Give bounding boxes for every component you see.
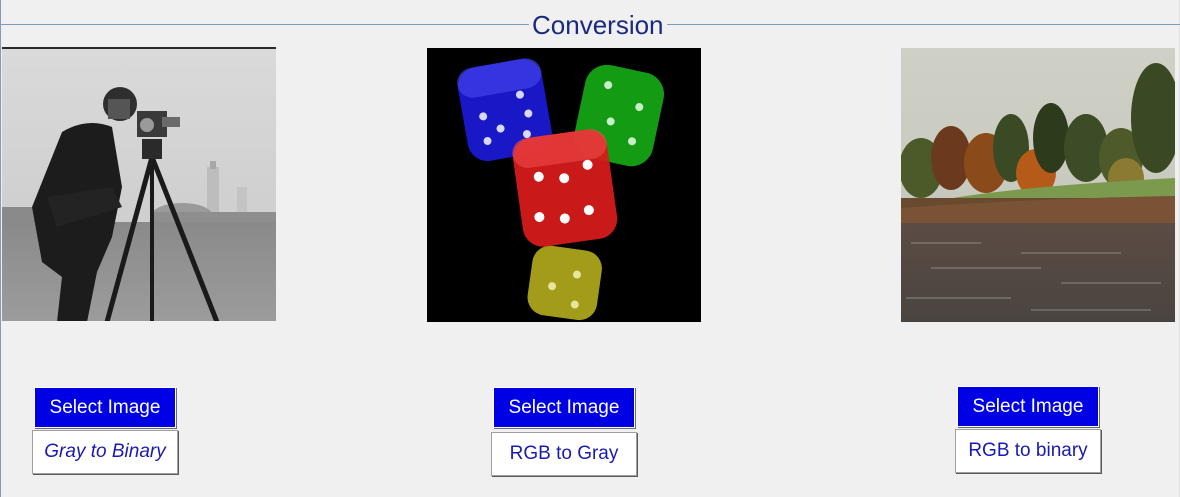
- lake-trees-image: [901, 48, 1175, 322]
- select-image-button-3[interactable]: Select Image: [957, 386, 1099, 427]
- image-axes-3: [901, 48, 1175, 322]
- panel-title: Conversion: [529, 10, 667, 40]
- gray-to-binary-button[interactable]: Gray to Binary: [32, 430, 178, 474]
- image-axes-1: [2, 47, 276, 321]
- select-image-button-2[interactable]: Select Image: [493, 387, 635, 428]
- rgb-to-binary-button[interactable]: RGB to binary: [955, 429, 1101, 473]
- rgb-to-gray-button[interactable]: RGB to Gray: [491, 432, 637, 476]
- dice-image: [427, 48, 701, 322]
- panel-left-border: [0, 0, 1, 497]
- cameraman-image: [2, 47, 276, 321]
- image-axes-2: [427, 48, 701, 322]
- select-image-button-1[interactable]: Select Image: [34, 387, 176, 428]
